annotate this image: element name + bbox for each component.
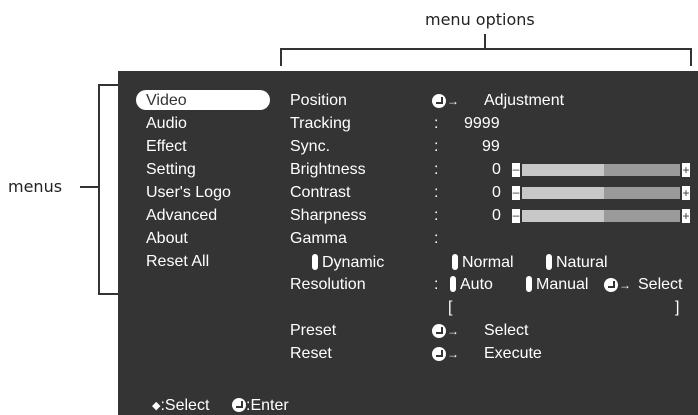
enter-icon [232,398,246,412]
separator: : [434,230,439,247]
callout-bracket-left-stem [80,186,98,188]
enter-icon: → [432,92,459,111]
osd-screen [118,71,698,415]
menu-item-users-logo[interactable]: User's Logo [146,184,231,202]
gamma-option-natural[interactable]: Natural [546,254,608,272]
preset-select-action[interactable]: Select [484,322,528,340]
radio-indicator-icon [312,254,318,270]
enter-icon: → [432,345,459,364]
separator: : [434,161,439,178]
separator: : [434,276,439,293]
slider-fill [604,210,680,222]
callout-bracket-top-right [690,48,692,66]
option-position-label[interactable]: Position [290,92,347,110]
separator: : [434,207,439,224]
callout-bracket-left-top [98,84,118,86]
radio-indicator-icon [450,276,456,292]
enter-icon: → [432,322,459,341]
option-gamma-label[interactable]: Gamma [290,230,347,248]
resolution-option-auto[interactable]: Auto [450,276,493,294]
slider-minus-icon[interactable]: – [512,186,520,200]
menu-item-video[interactable]: Video [146,92,187,110]
slider-plus-icon[interactable]: + [682,186,690,200]
slider-plus-icon[interactable]: + [682,209,690,223]
callout-bracket-top [280,48,692,50]
menu-item-setting[interactable]: Setting [146,161,196,179]
brightness-slider[interactable]: – + [512,163,690,177]
sync-value: 99 [482,138,500,155]
menu-item-advanced[interactable]: Advanced [146,207,217,225]
callout-bracket-top-stem [484,34,486,48]
radio-indicator-icon [452,254,458,270]
menus-callout: menus [8,177,63,196]
option-reset-label[interactable]: Reset [290,345,332,363]
option-brightness-label[interactable]: Brightness [290,161,366,179]
slider-plus-icon[interactable]: + [682,163,690,177]
resolution-bracket-open: [ [448,299,453,316]
separator: : [434,115,439,132]
slider-minus-icon[interactable]: – [512,163,520,177]
gamma-option-normal[interactable]: Normal [452,254,514,272]
slider-minus-icon[interactable]: – [512,209,520,223]
position-adjustment-action[interactable]: Adjustment [484,92,564,110]
resolution-bracket-close: ] [675,299,680,316]
radio-indicator-icon [526,276,532,292]
option-resolution-label[interactable]: Resolution [290,276,366,294]
sharpness-slider[interactable]: – + [512,209,690,223]
option-sync-label[interactable]: Sync. [290,138,330,156]
separator: : [434,184,439,201]
menu-item-about[interactable]: About [146,230,188,248]
callout-bracket-top-left [280,48,282,66]
brightness-value: 0 [492,161,501,178]
contrast-slider[interactable]: – + [512,186,690,200]
resolution-option-manual[interactable]: Manual [526,276,588,294]
radio-indicator-icon [546,254,552,270]
contrast-value: 0 [492,184,501,201]
footer-select-hint: ◆:Select [152,397,210,414]
slider-fill [604,164,680,176]
gamma-option-dynamic[interactable]: Dynamic [312,254,384,272]
sharpness-value: 0 [492,207,501,224]
option-tracking-label[interactable]: Tracking [290,115,351,133]
option-contrast-label[interactable]: Contrast [290,184,350,202]
menu-item-reset-all[interactable]: Reset All [146,253,209,271]
resolution-select-action[interactable]: Select [638,276,682,294]
enter-icon: → [604,276,631,295]
footer-enter-hint: :Enter [232,397,289,415]
callout-bracket-left-bottom [98,293,118,295]
menu-item-effect[interactable]: Effect [146,138,187,156]
menu-options-callout: menu options [425,10,535,29]
menu-item-audio[interactable]: Audio [146,115,187,133]
option-sharpness-label[interactable]: Sharpness [290,207,367,225]
tracking-value: 9999 [464,115,500,132]
slider-fill [604,187,680,199]
separator: : [434,138,439,155]
option-preset-label[interactable]: Preset [290,322,336,340]
callout-bracket-left [98,84,100,294]
reset-execute-action[interactable]: Execute [484,345,542,363]
